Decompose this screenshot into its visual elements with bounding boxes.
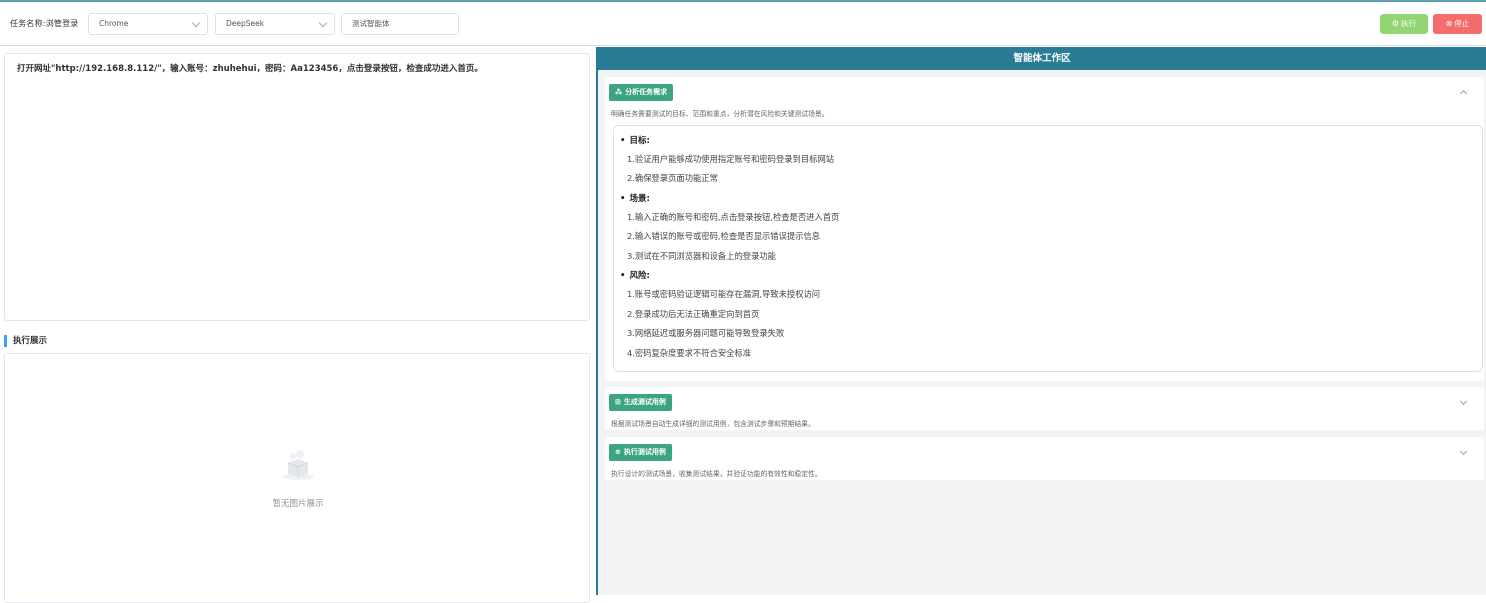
stop-circle-icon: ⊗ — [1445, 19, 1453, 28]
browser-select[interactable]: Chrome — [88, 13, 208, 35]
run-button-label: 执行 — [1401, 19, 1417, 28]
play-circle-icon: ⊕ — [615, 448, 621, 456]
top-toolbar: 任务名称:浏管登录 Chrome DeepSeek 测试智能体 ⚙ 执行 ⊗ 停止 — [0, 2, 1486, 46]
cluster-icon: ⁂ — [615, 88, 623, 96]
list-item: 3.网络延迟或服务器问题可能导致登录失败 — [627, 328, 785, 338]
browser-select-value: Chrome — [99, 19, 129, 28]
task-prompt-text: 打开网址"http://192.168.8.112/"，输入账号：zhuhehu… — [17, 64, 483, 74]
task-prompt-textarea[interactable]: 打开网址"http://192.168.8.112/"，输入账号：zhuhehu… — [4, 53, 590, 321]
list-item: 4.密码复杂度要求不符合安全标准 — [627, 348, 752, 358]
section-tag-execute[interactable]: ⊕ 执行测试用例 — [609, 444, 672, 461]
model-select-value: DeepSeek — [226, 19, 265, 28]
section-description: 明确任务需要测试的目标、范围和重点，分析潜在风险和关键测试场景。 — [611, 110, 829, 118]
section-tag-label: 执行测试用例 — [623, 448, 666, 456]
section-tag-label: 分析任务需求 — [625, 88, 668, 96]
execution-display-panel: 暂无图片展示 — [4, 353, 590, 603]
section-description: 执行设计的测试场景，收集测试结果，并验证功能的有效性和稳定性。 — [611, 470, 822, 478]
list-item: 2.登录成功后无法正确重定向到首页 — [627, 309, 760, 319]
section-description: 根据测试场景自动生成详细的测试用例，包含测试步骤和预期结果。 — [611, 420, 815, 428]
section-tag-analyze[interactable]: ⁂ 分析任务需求 — [609, 84, 674, 101]
section-tag-label: 生成测试用例 — [623, 398, 666, 406]
run-button[interactable]: ⚙ 执行 — [1380, 14, 1428, 34]
list-item: 1.输入正确的账号和密码,点击登录按钮,检查是否进入首页 — [627, 212, 840, 222]
section-execute-test-cases: ⊕ 执行测试用例 执行设计的测试场景，收集测试结果，并验证功能的有效性和稳定性。 — [604, 437, 1484, 480]
chevron-up-icon[interactable] — [1459, 89, 1468, 98]
list-item: 1.验证用户能够成功使用指定账号和密码登录到目标网站 — [627, 154, 835, 164]
agent-workspace: 智能体工作区 ⁂ 分析任务需求 明确任务需要测试的目标、范围和重点，分析潜在风险和… — [596, 47, 1486, 595]
chevron-down-icon[interactable] — [1459, 397, 1468, 406]
section-analyze-requirements: ⁂ 分析任务需求 明确任务需要测试的目标、范围和重点，分析潜在风险和关键测试场景。… — [604, 77, 1484, 381]
gear-icon: ⚙ — [1391, 19, 1400, 28]
workspace-header: 智能体工作区 — [598, 47, 1486, 70]
agent-name-input[interactable]: 测试智能体 — [341, 13, 459, 35]
execution-display-title: 执行展示 — [4, 335, 47, 347]
chevron-down-icon — [191, 18, 201, 28]
grid-icon: ⊞ — [615, 398, 621, 406]
left-pane: 打开网址"http://192.168.8.112/"，输入账号：zhuhehu… — [0, 47, 595, 603]
model-select[interactable]: DeepSeek — [215, 13, 335, 35]
task-name-label: 任务名称:浏管登录 — [10, 19, 79, 28]
group-heading-goals: 目标: — [620, 134, 649, 146]
group-heading-scenarios: 场景: — [620, 192, 649, 204]
analysis-result-card: 目标: 1.验证用户能够成功使用指定账号和密码登录到目标网站 2.确保登录页面功… — [613, 125, 1483, 372]
section-tag-generate[interactable]: ⊞ 生成测试用例 — [609, 394, 672, 411]
empty-state-text: 暂无图片展示 — [272, 499, 324, 509]
list-item: 3.测试在不同浏览器和设备上的登录功能 — [627, 251, 776, 261]
chevron-down-icon[interactable] — [1459, 447, 1468, 456]
stop-button[interactable]: ⊗ 停止 — [1433, 14, 1482, 34]
list-item: 1.账号或密码验证逻辑可能存在漏洞,导致未授权访问 — [627, 289, 821, 299]
chevron-down-icon — [318, 18, 328, 28]
list-item: 2.确保登录页面功能正常 — [627, 173, 718, 183]
section-generate-test-cases: ⊞ 生成测试用例 根据测试场景自动生成详细的测试用例，包含测试步骤和预期结果。 — [604, 387, 1484, 430]
list-item: 2.输入错误的账号或密码,检查是否显示错误提示信息 — [627, 231, 821, 241]
empty-box-icon — [282, 450, 314, 480]
group-heading-risks: 风险: — [620, 269, 649, 281]
stop-button-label: 停止 — [1454, 19, 1470, 28]
